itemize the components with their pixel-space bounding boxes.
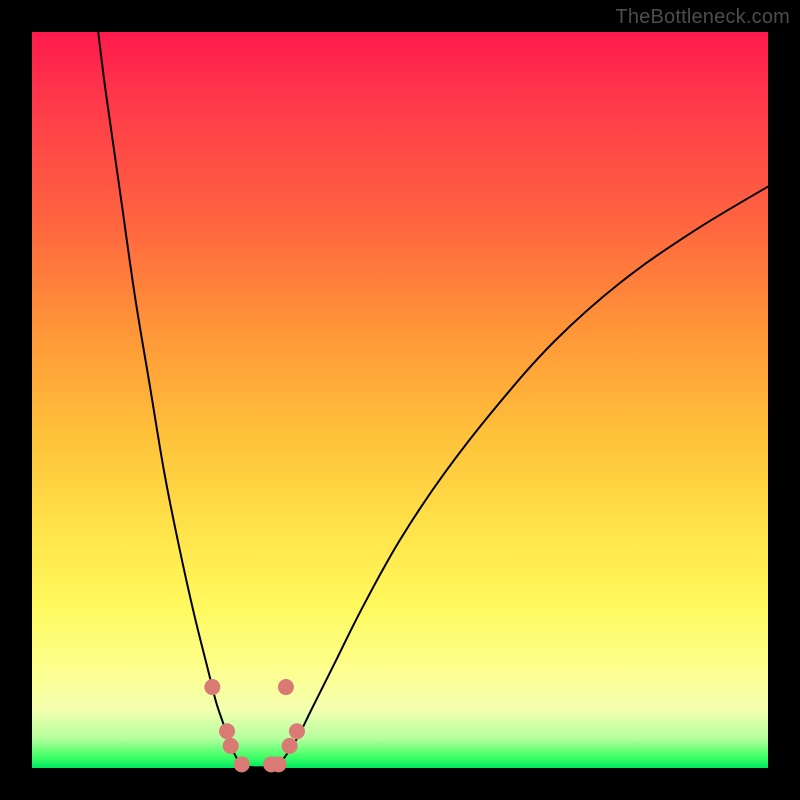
bottleneck-path — [98, 32, 768, 767]
watermark-text: TheBottleneck.com — [615, 6, 790, 29]
marker-dot — [278, 679, 294, 695]
marker-dot — [204, 679, 220, 695]
plot-area — [32, 32, 768, 768]
bottleneck-curve — [32, 32, 768, 768]
curve-markers — [204, 679, 305, 772]
curve-lines — [98, 32, 768, 767]
marker-dot — [289, 723, 305, 739]
chart-frame: TheBottleneck.com — [0, 0, 800, 800]
marker-dot — [282, 738, 298, 754]
marker-dot — [234, 756, 250, 772]
marker-dot — [219, 723, 235, 739]
marker-dot — [271, 756, 287, 772]
marker-dot — [223, 738, 239, 754]
